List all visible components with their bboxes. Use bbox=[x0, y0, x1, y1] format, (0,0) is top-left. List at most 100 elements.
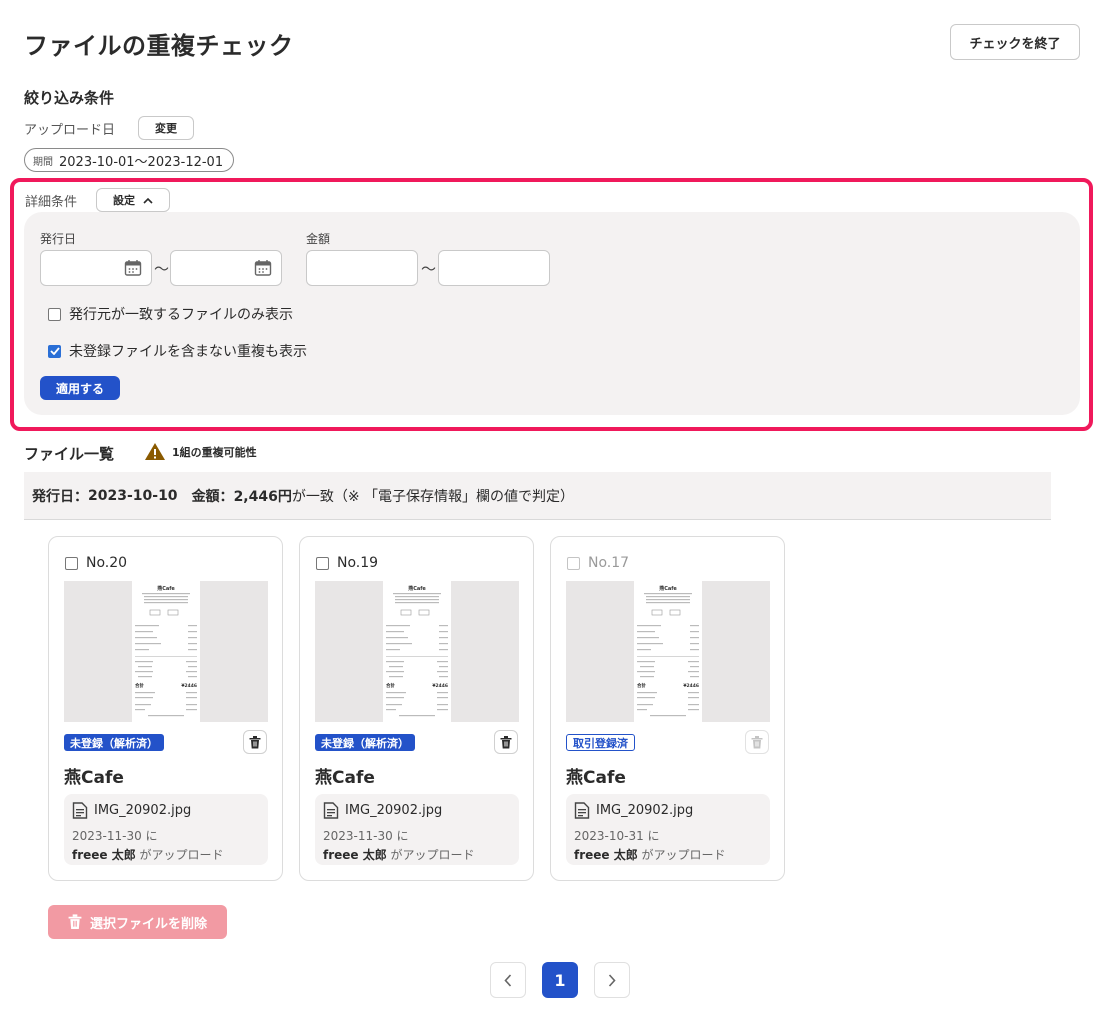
file-card: No.17 燕Cafe 合計 ¥2446 取引登録済 燕Cafe IMG_209… bbox=[550, 536, 785, 881]
pagination-page-current[interactable]: 1 bbox=[542, 962, 578, 998]
uploader-name: freee 太郎 bbox=[323, 848, 387, 862]
trash-icon bbox=[500, 735, 512, 748]
file-name-row[interactable]: IMG_20902.jpg bbox=[574, 802, 693, 819]
card-checkbox bbox=[567, 556, 580, 570]
amount-to-input[interactable] bbox=[438, 250, 550, 286]
checkmark-icon bbox=[49, 347, 60, 355]
same-issuer-label: 発行元が一致するファイルのみ表示 bbox=[69, 307, 293, 323]
receipt-thumbnail[interactable]: 燕Cafe 合計 ¥2446 bbox=[566, 581, 770, 722]
status-badge: 取引登録済 bbox=[566, 734, 635, 751]
receipt-total-label: 合計 bbox=[135, 682, 144, 689]
file-name: IMG_20902.jpg bbox=[345, 803, 443, 818]
receipt-total-label: 合計 bbox=[637, 682, 646, 689]
same-issuer-checkbox[interactable] bbox=[48, 307, 61, 321]
end-check-button[interactable]: チェックを終了 bbox=[950, 24, 1080, 60]
settings-toggle-button[interactable]: 設定 bbox=[96, 188, 170, 212]
amount-tilde: 〜 bbox=[421, 260, 437, 278]
unregistered-checkbox-row[interactable]: 未登録ファイルを含まない重複も表示 bbox=[48, 341, 307, 361]
chevron-left-icon bbox=[504, 973, 512, 987]
upload-date: 2023-11-30 に bbox=[323, 829, 409, 843]
unregistered-checkbox[interactable] bbox=[48, 344, 61, 358]
issuer-name: 燕Cafe bbox=[315, 768, 375, 788]
calendar-icon[interactable] bbox=[124, 259, 142, 277]
pagination-prev-button[interactable] bbox=[490, 962, 526, 998]
issue-date-label: 発行日 bbox=[40, 232, 77, 246]
issue-date-tilde: 〜 bbox=[154, 260, 170, 278]
issue-date-from-input[interactable] bbox=[40, 250, 152, 286]
trash-icon bbox=[68, 914, 82, 929]
trash-icon bbox=[249, 735, 261, 748]
change-button[interactable]: 変更 bbox=[138, 116, 194, 140]
card-checkbox[interactable] bbox=[65, 556, 78, 570]
page-title: ファイルの重複チェック bbox=[24, 32, 294, 60]
document-icon bbox=[574, 802, 590, 819]
file-info: IMG_20902.jpg 2023-11-30 に freee 太郎 がアップ… bbox=[315, 794, 519, 865]
uploader-name: freee 太郎 bbox=[72, 848, 136, 862]
card-number: No.19 bbox=[337, 555, 379, 571]
amount-from-input[interactable] bbox=[306, 250, 418, 286]
chevron-right-icon bbox=[608, 973, 616, 987]
delete-selected-label: 選択ファイルを削除 bbox=[89, 916, 207, 932]
period-value: 2023-10-01〜2023-12-01 bbox=[59, 154, 224, 170]
receipt-image: 燕Cafe 合計 ¥2446 bbox=[634, 581, 702, 722]
receipt-store: 燕Cafe bbox=[157, 585, 175, 592]
delete-file-button[interactable] bbox=[243, 730, 267, 754]
file-name: IMG_20902.jpg bbox=[596, 803, 694, 818]
trash-icon bbox=[751, 735, 763, 748]
unregistered-label: 未登録ファイルを含まない重複も表示 bbox=[69, 344, 307, 360]
card-checkbox[interactable] bbox=[316, 556, 329, 570]
card-select[interactable]: No.20 bbox=[65, 555, 127, 571]
card-number: No.20 bbox=[86, 555, 128, 571]
period-pill: 期間 2023-10-01〜2023-12-01 bbox=[24, 148, 235, 172]
receipt-thumbnail[interactable]: 燕Cafe 合計 ¥2446 bbox=[315, 581, 519, 722]
card-number: No.17 bbox=[588, 555, 630, 571]
same-issuer-checkbox-row[interactable]: 発行元が一致するファイルのみ表示 bbox=[48, 304, 293, 324]
upload-date-label: アップロード日 bbox=[24, 123, 116, 138]
receipt-total-value: ¥2446 bbox=[181, 683, 197, 689]
apply-button[interactable]: 適用する bbox=[40, 376, 120, 400]
amount-label: 金額 bbox=[306, 232, 331, 246]
file-info: IMG_20902.jpg 2023-11-30 に freee 太郎 がアップ… bbox=[64, 794, 268, 865]
uploader-suffix: がアップロード bbox=[386, 848, 475, 862]
card-select[interactable]: No.19 bbox=[316, 555, 378, 571]
pagination-next-button[interactable] bbox=[594, 962, 630, 998]
uploader: freee 太郎 がアップロード bbox=[72, 846, 224, 863]
issue-date-to-input[interactable] bbox=[170, 250, 282, 286]
status-badge: 未登録（解析済） bbox=[315, 734, 415, 751]
issuer-name: 燕Cafe bbox=[566, 768, 626, 788]
warning-icon bbox=[145, 443, 165, 460]
file-name-row[interactable]: IMG_20902.jpg bbox=[323, 802, 442, 819]
match-condition-bar: 発行日： 2023-10-10 金額： 2,446円 が一致（※ 「電子保存情報… bbox=[24, 472, 1051, 520]
filter-heading: 絞り込み条件 bbox=[24, 89, 115, 107]
calendar-icon[interactable] bbox=[254, 259, 272, 277]
status-badge: 未登録（解析済） bbox=[64, 734, 164, 751]
chevron-up-icon bbox=[143, 197, 153, 204]
uploader: freee 太郎 がアップロード bbox=[323, 846, 475, 863]
card-select: No.17 bbox=[567, 555, 629, 571]
upload-date: 2023-10-31 に bbox=[574, 829, 660, 843]
file-card: No.20 燕Cafe 合計 ¥2446 未登録（解析済） 燕Cafe IMG_… bbox=[48, 536, 283, 881]
match-suffix: が一致（※ 「電子保存情報」欄の値で判定） bbox=[291, 488, 575, 505]
receipt-total-label: 合計 bbox=[386, 682, 395, 689]
file-name-row[interactable]: IMG_20902.jpg bbox=[72, 802, 191, 819]
uploader-suffix: がアップロード bbox=[637, 848, 726, 862]
receipt-store: 燕Cafe bbox=[659, 585, 677, 592]
uploader-name: freee 太郎 bbox=[574, 848, 638, 862]
receipt-image: 燕Cafe 合計 ¥2446 bbox=[383, 581, 451, 722]
document-icon bbox=[72, 802, 88, 819]
upload-date: 2023-11-30 に bbox=[72, 829, 158, 843]
file-name: IMG_20902.jpg bbox=[94, 803, 192, 818]
file-list-title: ファイル一覧 bbox=[24, 445, 115, 463]
receipt-image: 燕Cafe 合計 ¥2446 bbox=[132, 581, 200, 722]
settings-label: 設定 bbox=[113, 194, 135, 207]
match-amount-value: 2,446円 bbox=[233, 488, 292, 505]
document-icon bbox=[323, 802, 339, 819]
delete-selected-button[interactable]: 選択ファイルを削除 bbox=[48, 905, 227, 939]
issuer-name: 燕Cafe bbox=[64, 768, 124, 788]
period-tag: 期間 bbox=[33, 156, 53, 168]
receipt-thumbnail[interactable]: 燕Cafe 合計 ¥2446 bbox=[64, 581, 268, 722]
delete-file-button[interactable] bbox=[494, 730, 518, 754]
duplicate-warning-text: 1組の重複可能性 bbox=[172, 445, 257, 459]
file-card: No.19 燕Cafe 合計 ¥2446 未登録（解析済） 燕Cafe IMG_… bbox=[299, 536, 534, 881]
uploader-suffix: がアップロード bbox=[135, 848, 224, 862]
